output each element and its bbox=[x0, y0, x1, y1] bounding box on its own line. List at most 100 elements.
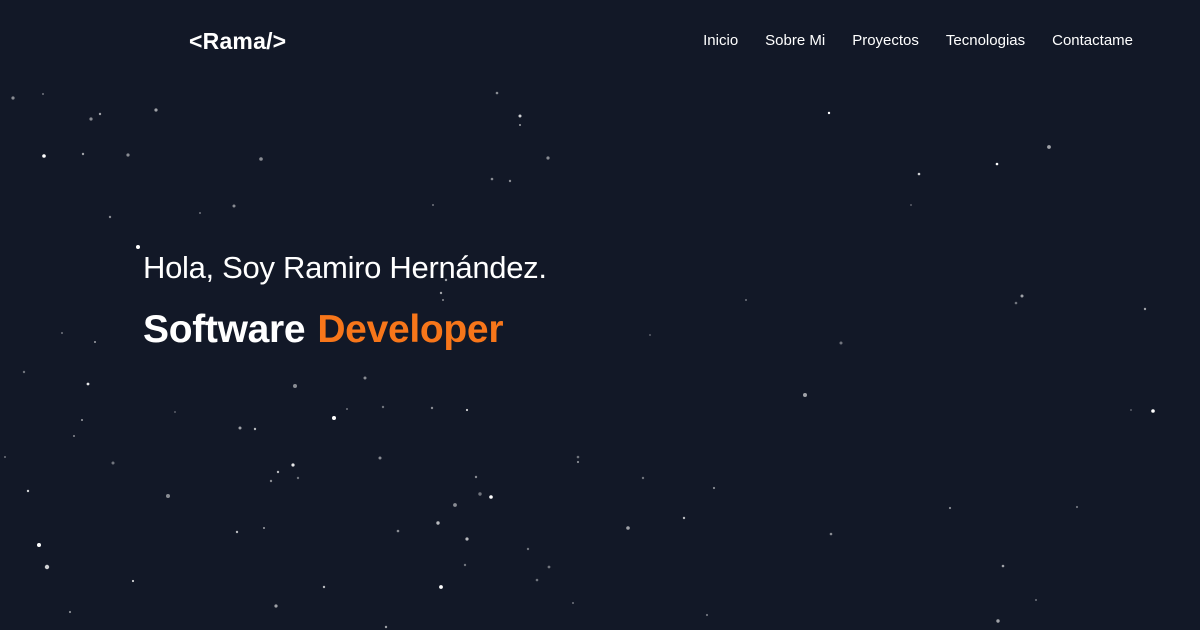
star bbox=[829, 532, 833, 536]
star bbox=[465, 537, 469, 541]
star bbox=[995, 162, 999, 166]
star bbox=[478, 492, 482, 496]
hero-role-software: Software bbox=[143, 308, 306, 351]
star bbox=[238, 426, 242, 430]
star bbox=[166, 494, 170, 498]
star bbox=[508, 179, 512, 183]
star bbox=[384, 625, 388, 629]
star bbox=[131, 579, 135, 583]
star bbox=[547, 565, 551, 569]
star bbox=[378, 456, 382, 460]
star bbox=[73, 435, 75, 437]
star bbox=[1014, 301, 1018, 305]
star bbox=[917, 172, 921, 176]
star bbox=[232, 204, 236, 208]
star bbox=[98, 112, 102, 116]
star bbox=[439, 585, 443, 589]
star bbox=[436, 521, 440, 525]
nav-link-proyectos[interactable]: Proyectos bbox=[852, 32, 919, 49]
star bbox=[996, 619, 1000, 623]
star bbox=[463, 563, 467, 567]
star bbox=[293, 384, 297, 388]
star bbox=[296, 476, 300, 480]
star bbox=[44, 564, 50, 570]
star bbox=[253, 427, 257, 431]
star bbox=[453, 503, 457, 507]
star bbox=[518, 114, 522, 118]
star bbox=[37, 543, 41, 547]
star bbox=[682, 516, 686, 520]
star bbox=[269, 479, 273, 483]
star bbox=[42, 154, 46, 158]
nav-link-inicio[interactable]: Inicio bbox=[703, 32, 738, 49]
star bbox=[576, 460, 580, 464]
star bbox=[839, 341, 843, 345]
site-logo[interactable]: <Rama/> bbox=[189, 28, 286, 55]
star bbox=[235, 530, 239, 534]
hero-role: Software Developer bbox=[143, 308, 547, 352]
star bbox=[136, 245, 140, 249]
star bbox=[68, 610, 72, 614]
star bbox=[263, 527, 265, 529]
star bbox=[576, 455, 580, 459]
star bbox=[26, 489, 30, 493]
star bbox=[1047, 145, 1051, 149]
hero-role-developer: Developer bbox=[317, 308, 504, 351]
star bbox=[61, 332, 63, 334]
star bbox=[126, 153, 130, 157]
star bbox=[649, 334, 651, 336]
star bbox=[108, 215, 112, 219]
star bbox=[111, 461, 115, 465]
site-header: <Rama/> Inicio Sobre Mi Proyectos Tecnol… bbox=[0, 0, 1200, 84]
star bbox=[1130, 409, 1132, 411]
star bbox=[827, 111, 831, 115]
star bbox=[81, 152, 85, 156]
star bbox=[626, 526, 630, 530]
star bbox=[712, 486, 716, 490]
star bbox=[396, 529, 400, 533]
star bbox=[572, 602, 574, 604]
star bbox=[94, 341, 96, 343]
star bbox=[11, 96, 15, 100]
main-nav: Inicio Sobre Mi Proyectos Tecnologias Co… bbox=[703, 32, 1133, 49]
star bbox=[519, 124, 521, 126]
star bbox=[745, 299, 747, 301]
star bbox=[535, 578, 539, 582]
star bbox=[4, 456, 6, 458]
nav-link-tecnologias[interactable]: Tecnologias bbox=[946, 32, 1025, 49]
star bbox=[432, 204, 434, 206]
hero-section: Hola, Soy Ramiro Hernández. Software Deve… bbox=[143, 250, 547, 352]
star bbox=[291, 463, 295, 467]
star bbox=[89, 117, 93, 121]
star bbox=[259, 157, 263, 161]
star bbox=[1001, 564, 1005, 568]
star bbox=[1151, 409, 1155, 413]
star bbox=[1143, 307, 1147, 311]
star bbox=[490, 177, 494, 181]
star bbox=[489, 495, 493, 499]
star bbox=[910, 204, 912, 206]
star bbox=[465, 408, 469, 412]
star bbox=[332, 416, 336, 420]
star bbox=[948, 506, 952, 510]
star bbox=[81, 419, 83, 421]
star bbox=[199, 212, 201, 214]
page: <Rama/> Inicio Sobre Mi Proyectos Tecnol… bbox=[0, 0, 1200, 630]
star bbox=[430, 406, 434, 410]
star bbox=[381, 405, 385, 409]
star bbox=[346, 408, 348, 410]
star bbox=[1035, 599, 1037, 601]
star bbox=[803, 393, 807, 397]
star bbox=[1075, 505, 1079, 509]
star bbox=[641, 476, 645, 480]
star bbox=[495, 91, 499, 95]
star bbox=[22, 370, 26, 374]
hero-greeting: Hola, Soy Ramiro Hernández. bbox=[143, 250, 547, 285]
nav-link-sobre-mi[interactable]: Sobre Mi bbox=[765, 32, 825, 49]
star bbox=[1020, 294, 1024, 298]
nav-link-contactame[interactable]: Contactame bbox=[1052, 32, 1133, 49]
star bbox=[705, 613, 709, 617]
star bbox=[276, 470, 280, 474]
star bbox=[546, 156, 550, 160]
star bbox=[322, 585, 326, 589]
